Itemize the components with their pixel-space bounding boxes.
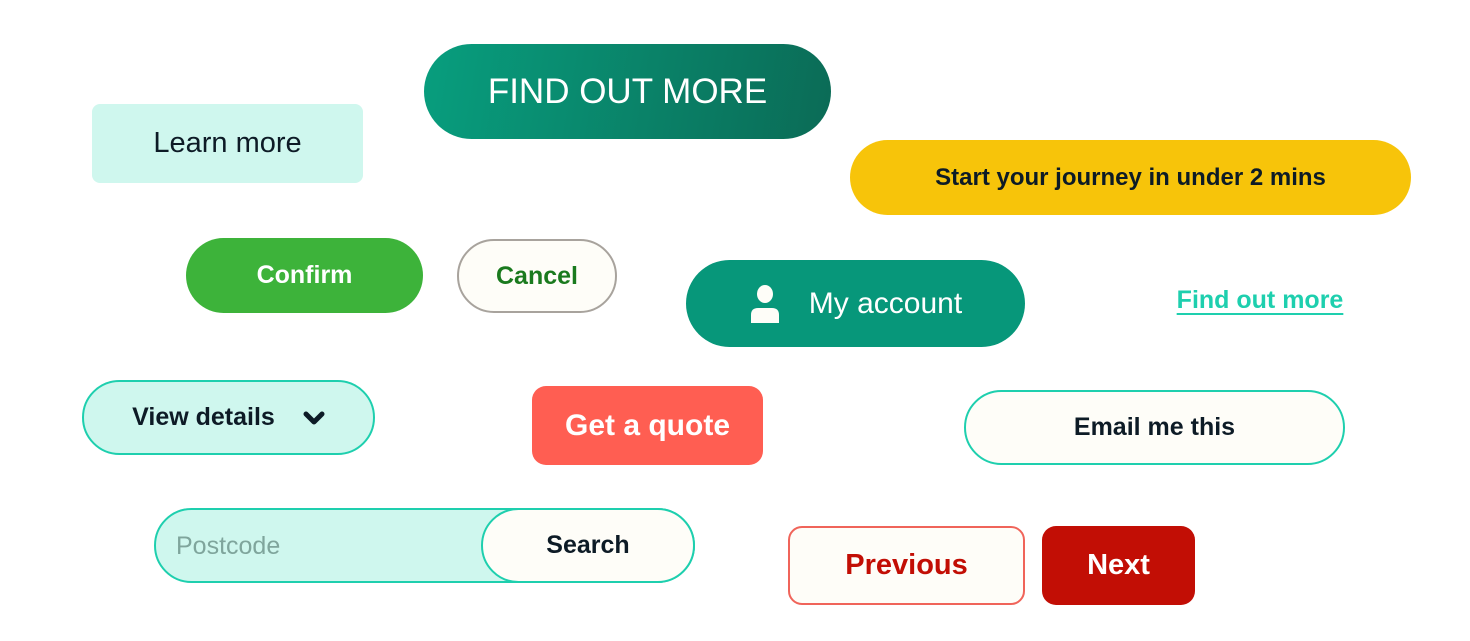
postcode-input[interactable] [174,510,478,583]
view-details-button[interactable]: View details [82,380,375,455]
cancel-button[interactable]: Cancel [457,239,617,313]
next-label: Next [1087,549,1150,581]
start-journey-button[interactable]: Start your journey in under 2 mins [850,140,1411,215]
find-out-more-caps-label: FIND OUT MORE [487,71,768,111]
my-account-label: My account [808,286,963,320]
search-button[interactable]: Search [481,508,695,583]
postcode-search-group: Search [154,508,695,583]
start-journey-label: Start your journey in under 2 mins [935,163,1326,191]
chevron-down-icon [303,411,325,424]
find-out-more-caps-button[interactable]: FIND OUT MORE [424,44,831,139]
view-details-label: View details [132,403,275,431]
previous-label: Previous [845,549,968,581]
confirm-button[interactable]: Confirm [186,238,423,313]
get-quote-button[interactable]: Get a quote [532,386,763,465]
get-quote-label: Get a quote [564,408,730,442]
learn-more-button[interactable]: Learn more [92,104,363,183]
find-out-more-link-label: Find out more [1176,285,1344,314]
search-label: Search [546,531,630,559]
my-account-button[interactable]: My account [686,260,1025,347]
email-me-button[interactable]: Email me this [964,390,1345,465]
find-out-more-link[interactable]: Find out more [1160,282,1360,318]
next-button[interactable]: Next [1042,526,1195,605]
previous-button[interactable]: Previous [788,526,1025,605]
learn-more-label: Learn more [153,127,302,159]
user-icon [750,284,779,323]
cancel-label: Cancel [496,261,578,290]
email-me-label: Email me this [1073,413,1236,441]
confirm-label: Confirm [256,261,353,289]
